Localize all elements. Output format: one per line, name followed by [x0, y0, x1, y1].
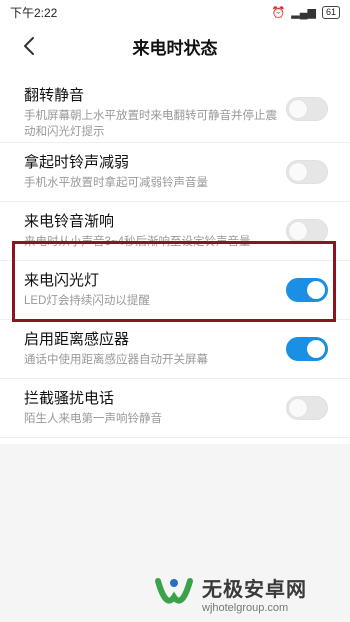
- header: 来电时状态: [0, 24, 350, 68]
- block-spam-toggle[interactable]: [286, 396, 328, 420]
- toggle-knob: [289, 222, 307, 240]
- setting-desc: 通话中使用距离感应器自动开关屏幕: [24, 354, 208, 366]
- settings-list: 翻转静音 手机屏幕朝上水平放置时来电翻转可静音并停止震动和闪光灯提示 拿起时铃声…: [0, 76, 350, 438]
- toggle-knob: [289, 163, 307, 181]
- battery-icon: 61: [321, 5, 340, 19]
- toggle-knob: [307, 340, 325, 358]
- signal-icon: ▂▄▆: [291, 6, 316, 19]
- toggle-knob: [307, 281, 325, 299]
- watermark: 无极安卓网 wjhotelgroup.com: [152, 568, 348, 618]
- setting-pickup-quiet[interactable]: 拿起时铃声减弱 手机水平放置时拿起可减弱铃声音量: [0, 143, 350, 202]
- setting-desc: 来电时从小声音3~4秒后渐响至设定铃声音量: [24, 236, 251, 248]
- status-icons: ⏰ ▂▄▆ 61: [271, 5, 340, 19]
- back-arrow-icon[interactable]: [18, 34, 42, 58]
- flip-mute-toggle[interactable]: [286, 97, 328, 121]
- toggle-knob: [289, 399, 307, 417]
- setting-proximity-sensor[interactable]: 启用距离感应器 通话中使用距离感应器自动开关屏幕: [0, 320, 350, 379]
- alarm-icon: ⏰: [271, 6, 286, 19]
- setting-flash-alert[interactable]: 来电闪光灯 LED灯会持续闪动以提醒: [0, 261, 350, 320]
- ring-crescendo-toggle[interactable]: [286, 219, 328, 243]
- watermark-text: 无极安卓网 wjhotelgroup.com: [202, 573, 307, 614]
- pickup-quiet-toggle[interactable]: [286, 160, 328, 184]
- status-time: 下午2:22: [10, 5, 58, 20]
- setting-desc: 手机水平放置时拿起可减弱铃声音量: [24, 177, 208, 189]
- page-title: 来电时状态: [132, 38, 218, 58]
- flash-alert-toggle[interactable]: [286, 278, 328, 302]
- setting-block-spam[interactable]: 拦截骚扰电话 陌生人来电第一声响铃静音: [0, 379, 350, 438]
- setting-flip-mute[interactable]: 翻转静音 手机屏幕朝上水平放置时来电翻转可静音并停止震动和闪光灯提示: [0, 76, 350, 143]
- proximity-sensor-toggle[interactable]: [286, 337, 328, 361]
- setting-desc: 陌生人来电第一声响铃静音: [24, 413, 162, 425]
- status-bar: 下午2:22 ⏰ ▂▄▆ 61: [0, 0, 350, 24]
- setting-ring-crescendo[interactable]: 来电铃音渐响 来电时从小声音3~4秒后渐响至设定铃声音量: [0, 202, 350, 261]
- watermark-name: 无极安卓网: [202, 578, 307, 601]
- toggle-knob: [289, 100, 307, 118]
- setting-desc: LED灯会持续闪动以提醒: [24, 295, 150, 307]
- watermark-logo-icon: [155, 578, 193, 604]
- watermark-url: wjhotelgroup.com: [202, 601, 289, 614]
- setting-desc: 手机屏幕朝上水平放置时来电翻转可静音并停止震动和闪光灯提示: [24, 110, 277, 138]
